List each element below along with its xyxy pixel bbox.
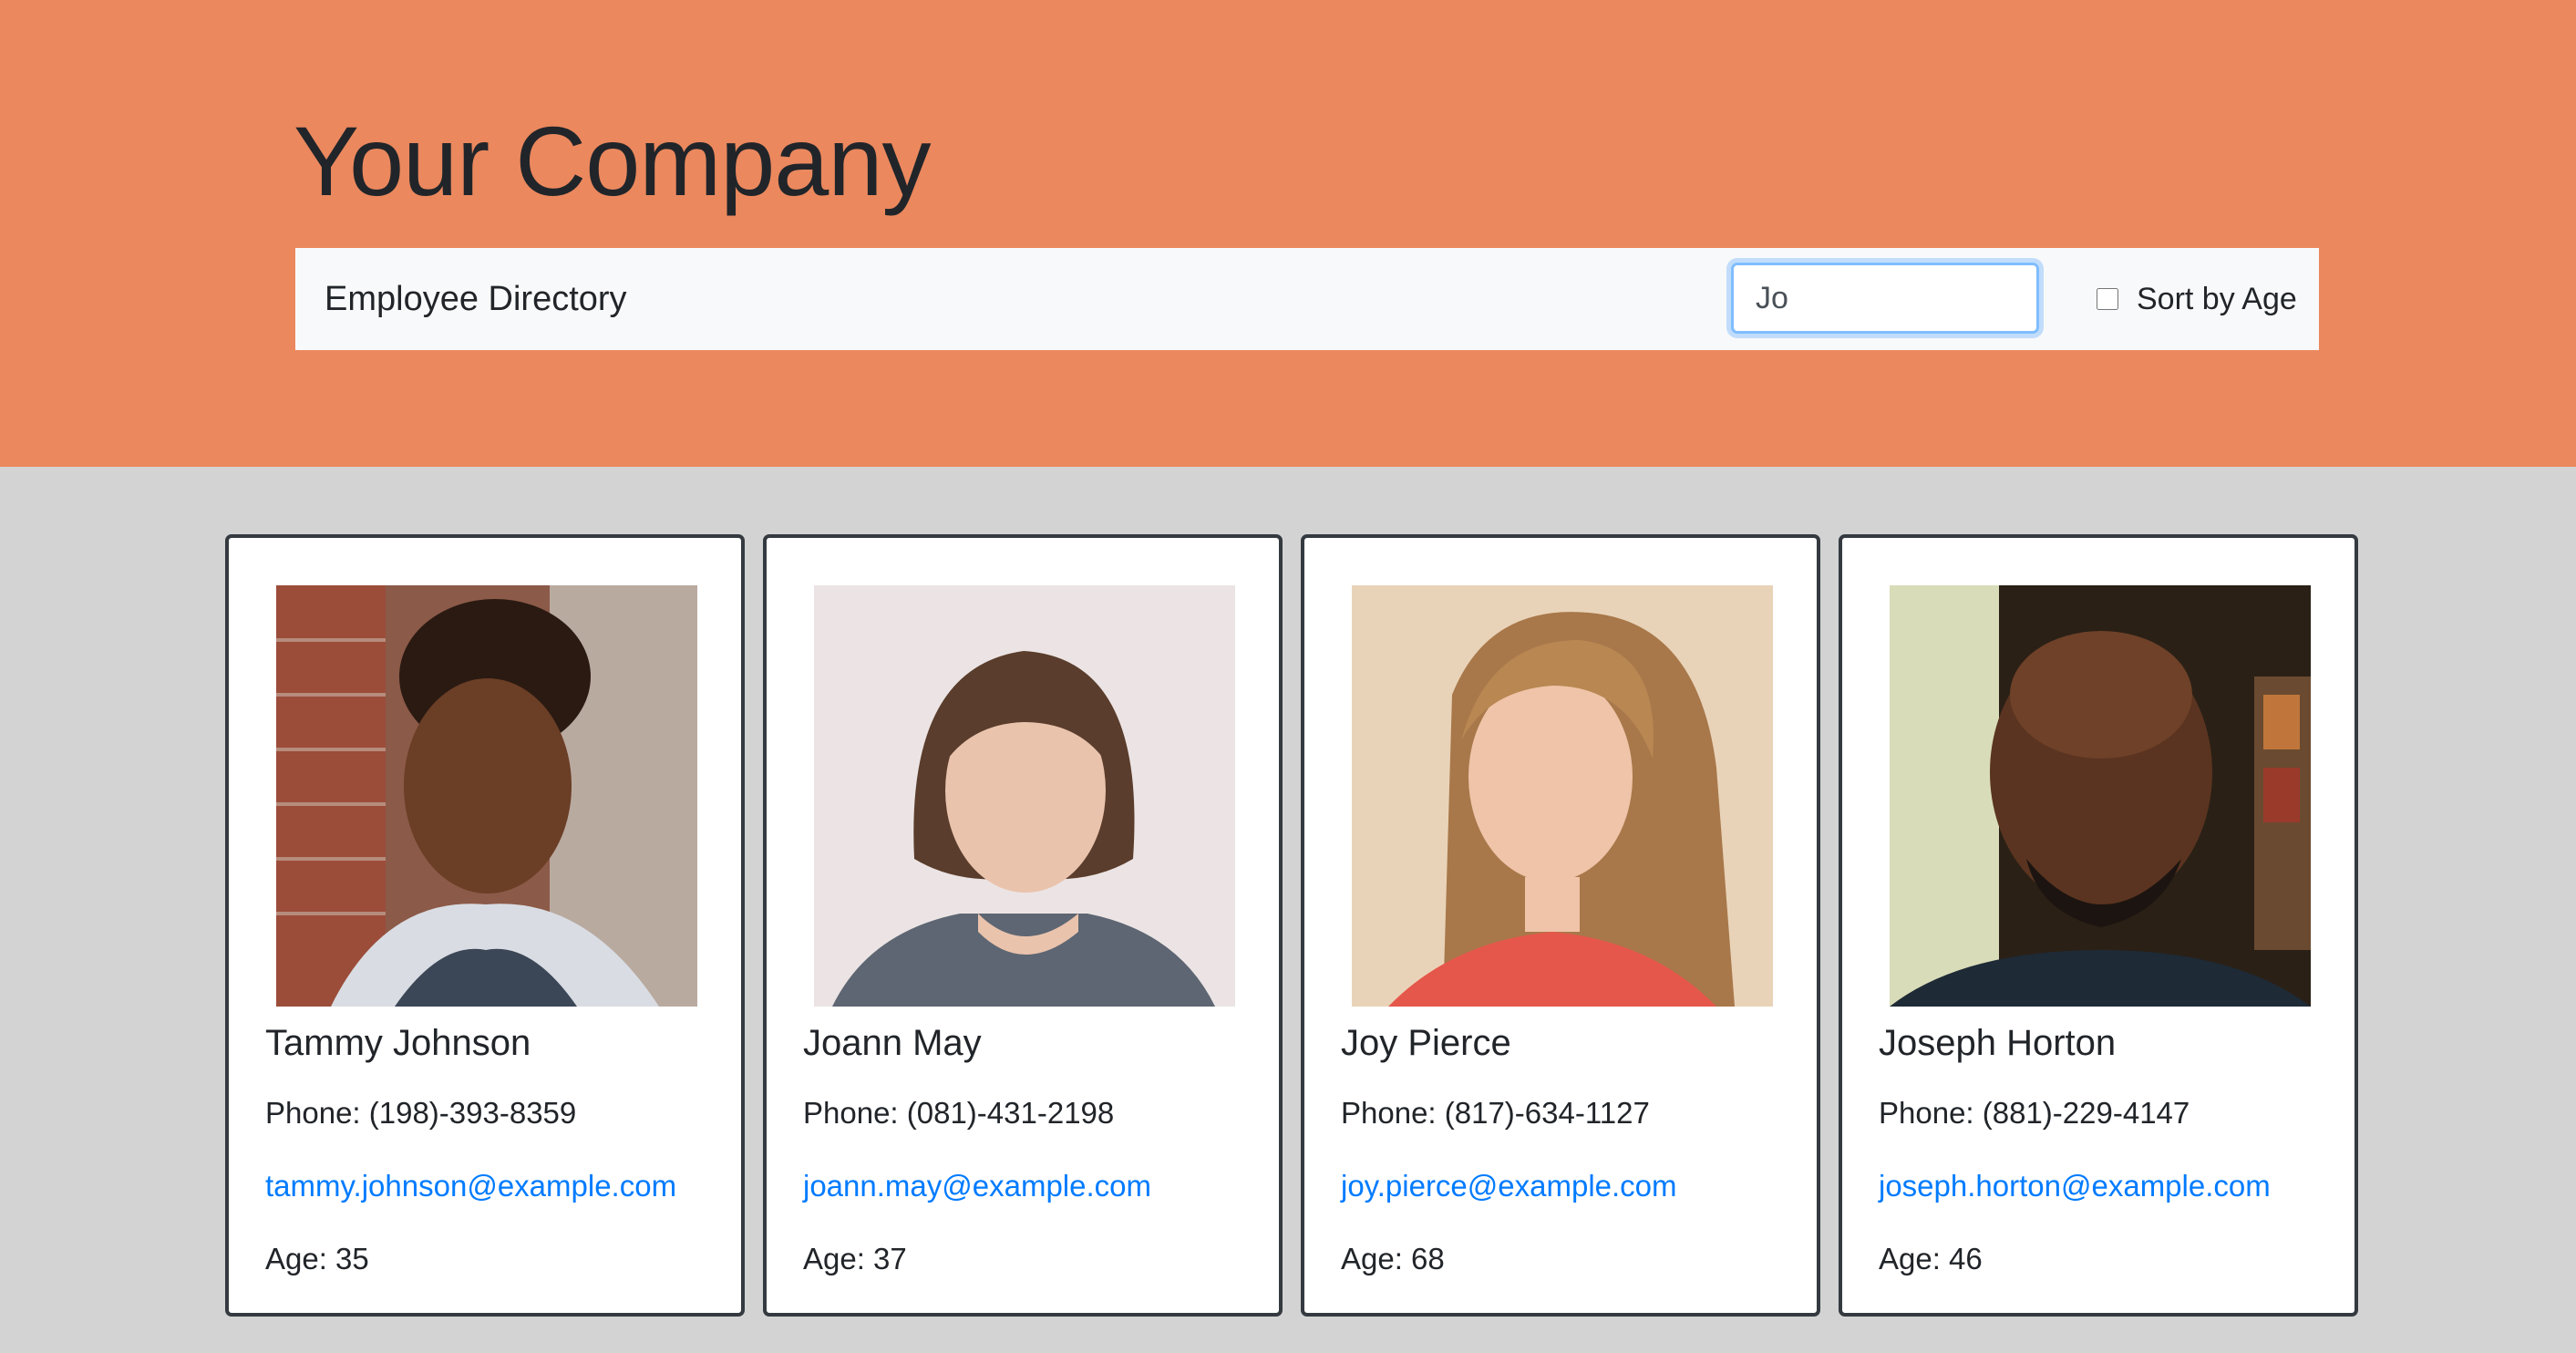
employee-age: Age: 68 xyxy=(1341,1242,1445,1276)
employee-email-link[interactable]: joy.pierce@example.com xyxy=(1341,1169,1677,1203)
hero-header: Your Company Employee Directory Sort by … xyxy=(0,0,2576,467)
employee-age: Age: 35 xyxy=(265,1242,369,1276)
employee-name: Joseph Horton xyxy=(1879,1023,2117,1063)
page-title: Your Company xyxy=(294,106,931,216)
employee-card: Joy Pierce Phone: (817)-634-1127 joy.pie… xyxy=(1301,534,1820,1317)
navbar: Employee Directory Sort by Age xyxy=(295,248,2319,350)
employee-phone: Phone: (817)-634-1127 xyxy=(1341,1096,1650,1130)
search-input[interactable] xyxy=(1731,263,2039,334)
employee-phone: Phone: (081)-431-2198 xyxy=(803,1096,1115,1130)
sort-by-age-toggle[interactable]: Sort by Age xyxy=(2097,248,2297,350)
employee-email-link[interactable]: tammy.johnson@example.com xyxy=(265,1169,676,1203)
sort-by-age-label: Sort by Age xyxy=(2137,281,2297,316)
employee-phone: Phone: (198)-393-8359 xyxy=(265,1096,577,1130)
sort-by-age-checkbox[interactable] xyxy=(2097,288,2118,310)
nav-brand[interactable]: Employee Directory xyxy=(325,248,627,350)
employee-photo xyxy=(814,585,1235,1007)
employee-phone: Phone: (881)-229-4147 xyxy=(1879,1096,2190,1130)
employee-card: Tammy Johnson Phone: (198)-393-8359 tamm… xyxy=(225,534,745,1317)
employee-name: Joann May xyxy=(803,1023,982,1063)
employee-photo xyxy=(276,585,697,1007)
employee-photo xyxy=(1890,585,2311,1007)
employee-age: Age: 37 xyxy=(803,1242,907,1276)
employee-photo xyxy=(1352,585,1773,1007)
employee-name: Joy Pierce xyxy=(1341,1023,1511,1063)
employee-age: Age: 46 xyxy=(1879,1242,1983,1276)
employee-email-link[interactable]: joann.may@example.com xyxy=(803,1169,1151,1203)
employee-card: Joseph Horton Phone: (881)-229-4147 jose… xyxy=(1839,534,2358,1317)
employee-email-link[interactable]: joseph.horton@example.com xyxy=(1879,1169,2271,1203)
employee-card: Joann May Phone: (081)-431-2198 joann.ma… xyxy=(763,534,1283,1317)
employee-name: Tammy Johnson xyxy=(265,1023,531,1063)
